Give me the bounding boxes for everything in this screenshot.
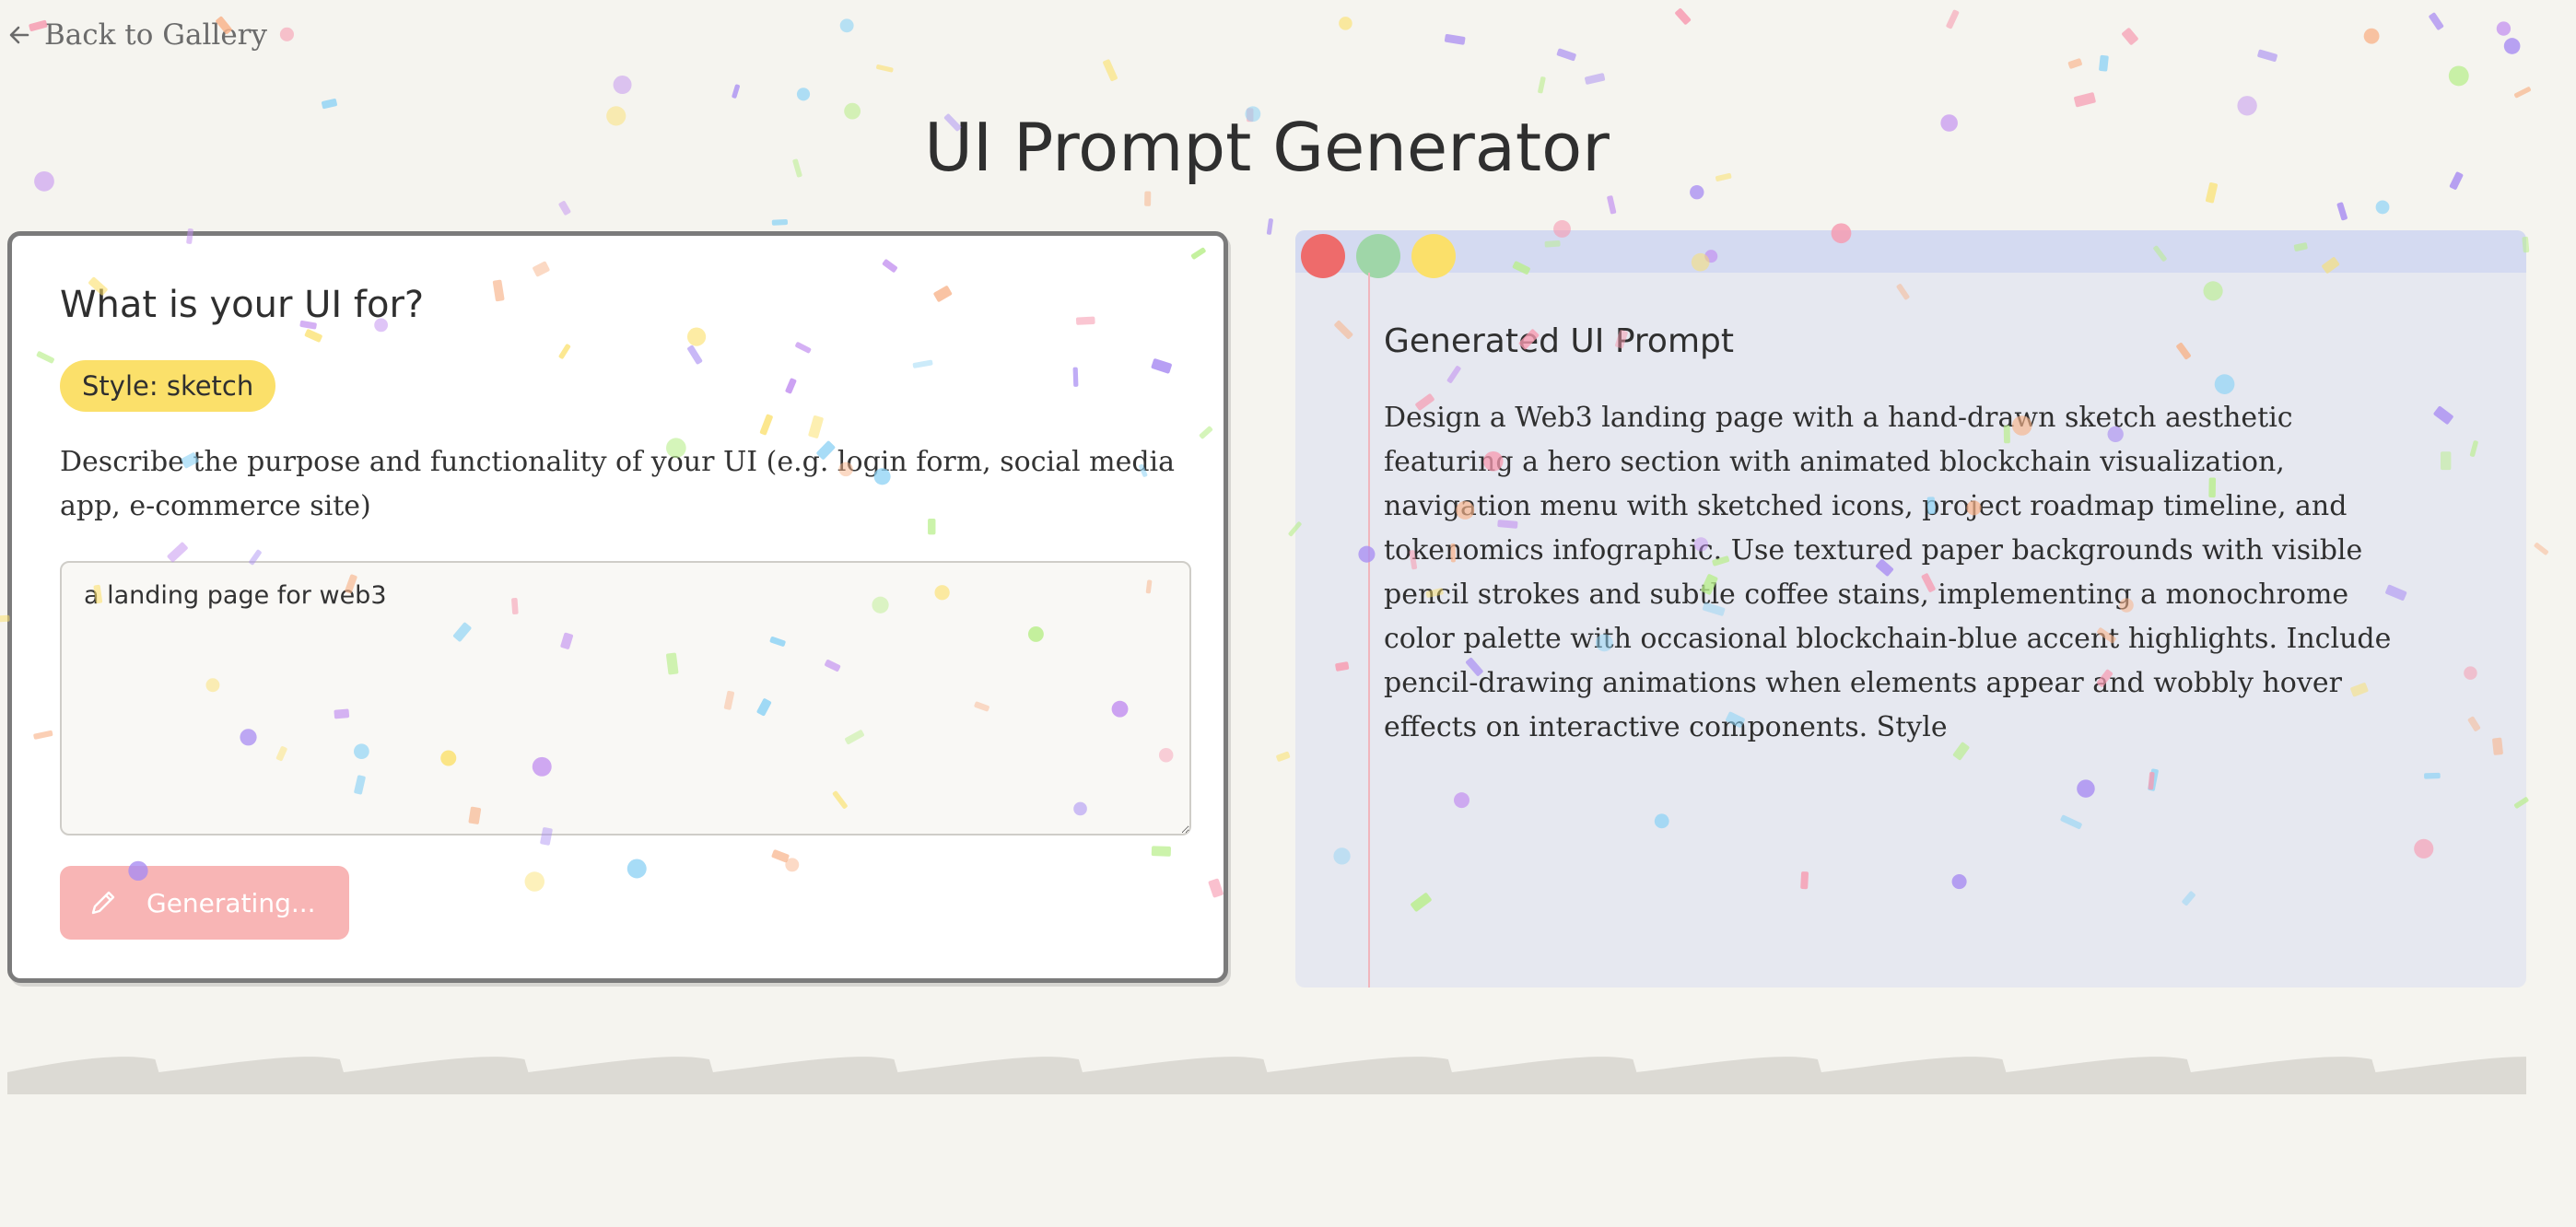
- generated-prompt-text: Design a Web3 landing page with a hand-d…: [1384, 402, 2392, 743]
- window-title-bar: [1295, 230, 2526, 273]
- generate-button-label: Generating...: [146, 887, 316, 918]
- window-dot-green: [1356, 234, 1400, 278]
- arrow-left-icon: [9, 26, 29, 44]
- confetti-piece: [2429, 12, 2444, 30]
- confetti-piece: [1266, 218, 1273, 235]
- page-title: UI Prompt Generator: [924, 109, 1610, 186]
- output-heading: Generated UI Prompt: [1384, 322, 1734, 360]
- back-link-label: Back to Gallery: [44, 18, 267, 52]
- input-panel: What is your UI for? Style: sketch Descr…: [7, 231, 1228, 983]
- confetti-piece: [2503, 38, 2521, 54]
- confetti-piece: [2513, 87, 2532, 99]
- back-to-gallery-link[interactable]: Back to Gallery: [7, 18, 267, 52]
- confetti-piece: [1276, 751, 1291, 762]
- description-text: Describe the purpose and functionality o…: [60, 446, 1176, 522]
- confetti-piece: [2496, 21, 2512, 36]
- output-panel: Generated UI Prompt Design a Web3 landin…: [1295, 230, 2526, 987]
- confetti-piece: [2074, 92, 2096, 108]
- confetti-piece: [1946, 9, 1960, 29]
- confetti-piece: [732, 84, 740, 99]
- confetti-piece: [2099, 54, 2109, 72]
- window-dot-red: [1301, 234, 1345, 278]
- confetti-piece: [1538, 76, 1546, 94]
- confetti-piece: [876, 64, 894, 73]
- window-dot-yellow: [1411, 234, 1456, 278]
- style-badge: Style: sketch: [60, 360, 276, 412]
- notebook-margin-line: [1368, 273, 1370, 987]
- confetti-piece: [279, 27, 295, 41]
- confetti-piece: [2534, 543, 2548, 555]
- ui-purpose-textarea[interactable]: a landing page for web3: [60, 561, 1191, 836]
- confetti-piece: [2448, 65, 2469, 87]
- confetti-piece: [1144, 191, 1152, 206]
- confetti-piece: [613, 76, 632, 94]
- confetti-piece: [1675, 8, 1692, 25]
- confetti-piece: [2122, 28, 2138, 45]
- confetti-piece: [2363, 28, 2380, 44]
- confetti-piece: [321, 99, 337, 110]
- confetti-piece: [1585, 73, 1606, 85]
- panel-heading: What is your UI for?: [60, 284, 425, 326]
- confetti-piece: [558, 201, 571, 216]
- generate-button[interactable]: Generating...: [60, 866, 349, 940]
- wavy-divider: [7, 1057, 2526, 1094]
- confetti-piece: [2257, 49, 2277, 62]
- confetti-piece: [839, 18, 854, 33]
- confetti-piece: [2336, 202, 2348, 221]
- confetti-piece: [1556, 48, 1576, 62]
- confetti-piece: [771, 218, 789, 226]
- confetti-piece: [2375, 200, 2390, 215]
- confetti-piece: [1444, 34, 1466, 45]
- confetti-piece: [1690, 184, 1704, 200]
- pencil-icon: [91, 891, 115, 915]
- confetti-piece: [1607, 195, 1617, 215]
- confetti-piece: [796, 88, 811, 101]
- confetti-piece: [1103, 59, 1118, 82]
- confetti-piece: [2067, 58, 2082, 69]
- confetti-piece: [1339, 17, 1352, 30]
